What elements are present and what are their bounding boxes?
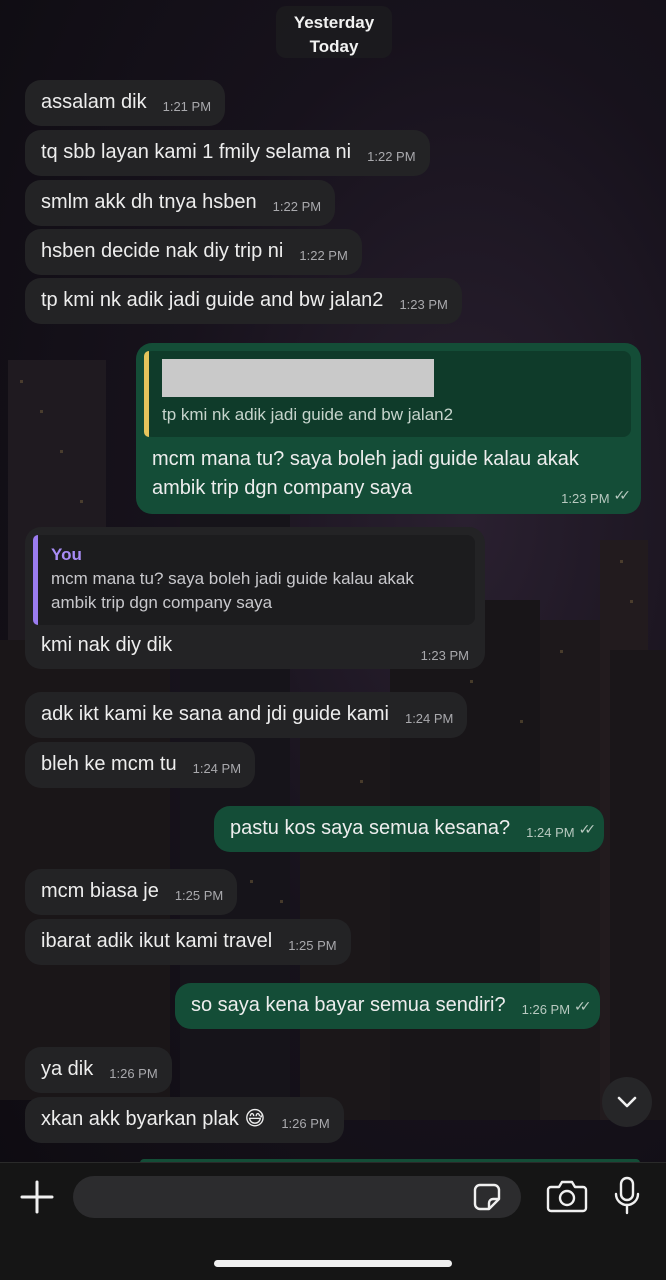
double-check-icon: ✓✓ — [574, 998, 592, 1014]
message-time: 1:22 PM — [272, 199, 322, 214]
message-text: kmi nak diy dik — [41, 634, 173, 656]
message-time: 1:26 PM — [109, 1066, 158, 1081]
message-text: smlm akk dh tnya hsben — [41, 191, 257, 213]
double-check-icon: ✓✓ — [578, 821, 597, 837]
message-incoming[interactable]: xkan akk byarkan plak 😅 1:26 PM — [25, 1097, 344, 1143]
scroll-to-bottom-button[interactable] — [602, 1077, 652, 1127]
message-outgoing[interactable]: so saya kena bayar semua sendiri? 1:26 PM… — [175, 983, 600, 1029]
message-text: hsben decide nak diy trip ni — [41, 240, 284, 262]
message-time: 1:26 PM — [521, 1002, 571, 1017]
sticker-icon[interactable] — [472, 1182, 502, 1212]
message-outgoing-reply[interactable]: tp kmi nk adik jadi guide and bw jalan2 … — [136, 343, 641, 514]
message-incoming[interactable]: mcm biasa je 1:25 PM — [25, 869, 238, 915]
message-incoming[interactable]: tp kmi nk adik jadi guide and bw jalan2 1… — [25, 278, 462, 324]
date-separator: Yesterday Today — [276, 6, 392, 58]
message-incoming[interactable]: smlm akk dh tnya hsben 1:22 PM — [25, 180, 336, 226]
chevron-down-icon — [617, 1096, 637, 1108]
message-time: 1:23 PM — [420, 648, 469, 663]
quoted-message[interactable]: You mcm mana tu? saya boleh jadi guide k… — [33, 535, 475, 625]
sweat-smile-emoji: 😅 — [244, 1108, 266, 1130]
message-time: 1:23 PM — [399, 297, 448, 312]
message-time: 1:24 PM — [404, 711, 454, 726]
message-text: bleh ke mcm tu — [41, 753, 177, 775]
message-time: 1:23 PM — [561, 491, 610, 506]
home-indicator — [214, 1260, 452, 1267]
message-incoming[interactable]: ibarat adik ikut kami travel 1:25 PM — [25, 919, 351, 965]
message-incoming[interactable]: bleh ke mcm tu 1:24 PM — [25, 742, 256, 788]
message-text: ya dik — [41, 1058, 94, 1080]
quoted-message[interactable]: tp kmi nk adik jadi guide and bw jalan2 — [144, 351, 631, 437]
message-input[interactable] — [73, 1176, 521, 1218]
message-text: assalam dik — [41, 91, 147, 113]
message-incoming[interactable]: adk ikt kami ke sana and jdi guide kami 1… — [25, 692, 468, 738]
microphone-icon[interactable] — [612, 1175, 642, 1217]
message-time: 1:25 PM — [174, 888, 224, 903]
message-time: 1:24 PM — [526, 825, 575, 840]
message-incoming[interactable]: assalam dik 1:21 PM — [25, 80, 226, 126]
message-time: 1:22 PM — [299, 248, 348, 263]
date-today: Today — [309, 37, 359, 56]
message-text: tp kmi nk adik jadi guide and bw jalan2 — [41, 289, 384, 311]
quoted-text-line1: mcm mana tu? saya boleh jadi guide kalau… — [51, 569, 414, 588]
message-incoming[interactable]: hsben decide nak diy trip ni 1:22 PM — [25, 229, 362, 275]
message-incoming-reply[interactable]: You mcm mana tu? saya boleh jadi guide k… — [25, 527, 485, 669]
message-text: mcm biasa je — [41, 880, 159, 902]
message-time: 1:25 PM — [288, 938, 337, 953]
quoted-text: tp kmi nk adik jadi guide and bw jalan2 — [162, 405, 454, 424]
message-time: 1:24 PM — [192, 761, 242, 776]
message-time: 1:26 PM — [281, 1116, 330, 1131]
double-check-icon: ✓✓ — [613, 487, 632, 503]
message-incoming[interactable]: ya dik 1:26 PM — [25, 1047, 172, 1093]
message-text: pastu kos saya semua kesana? — [230, 817, 511, 839]
quoted-text-line2: ambik trip dgn company saya — [51, 593, 273, 612]
redacted-sender — [162, 359, 434, 397]
message-incoming[interactable]: tq sbb layan kami 1 fmily selama ni 1:22 … — [25, 130, 430, 176]
message-text-line2: ambik trip dgn company saya — [152, 477, 413, 499]
message-text: so saya kena bayar semua sendiri? — [191, 994, 506, 1016]
message-text-line1: mcm mana tu? saya boleh jadi guide kalau… — [152, 448, 579, 470]
composer-bar — [0, 1162, 666, 1280]
message-time: 1:22 PM — [367, 149, 416, 164]
quoted-sender-name: You — [51, 545, 82, 564]
camera-icon[interactable] — [546, 1178, 588, 1214]
message-time: 1:21 PM — [162, 99, 212, 114]
message-outgoing[interactable]: pastu kos saya semua kesana? 1:24 PM ✓✓ — [214, 806, 605, 852]
plus-icon[interactable] — [18, 1178, 56, 1216]
message-text: xkan akk byarkan plak — [41, 1108, 239, 1130]
date-yesterday: Yesterday — [293, 13, 375, 32]
message-text: tq sbb layan kami 1 fmily selama ni — [41, 141, 352, 163]
message-text: adk ikt kami ke sana and jdi guide kami — [41, 703, 389, 725]
message-text: ibarat adik ikut kami travel — [41, 930, 273, 952]
